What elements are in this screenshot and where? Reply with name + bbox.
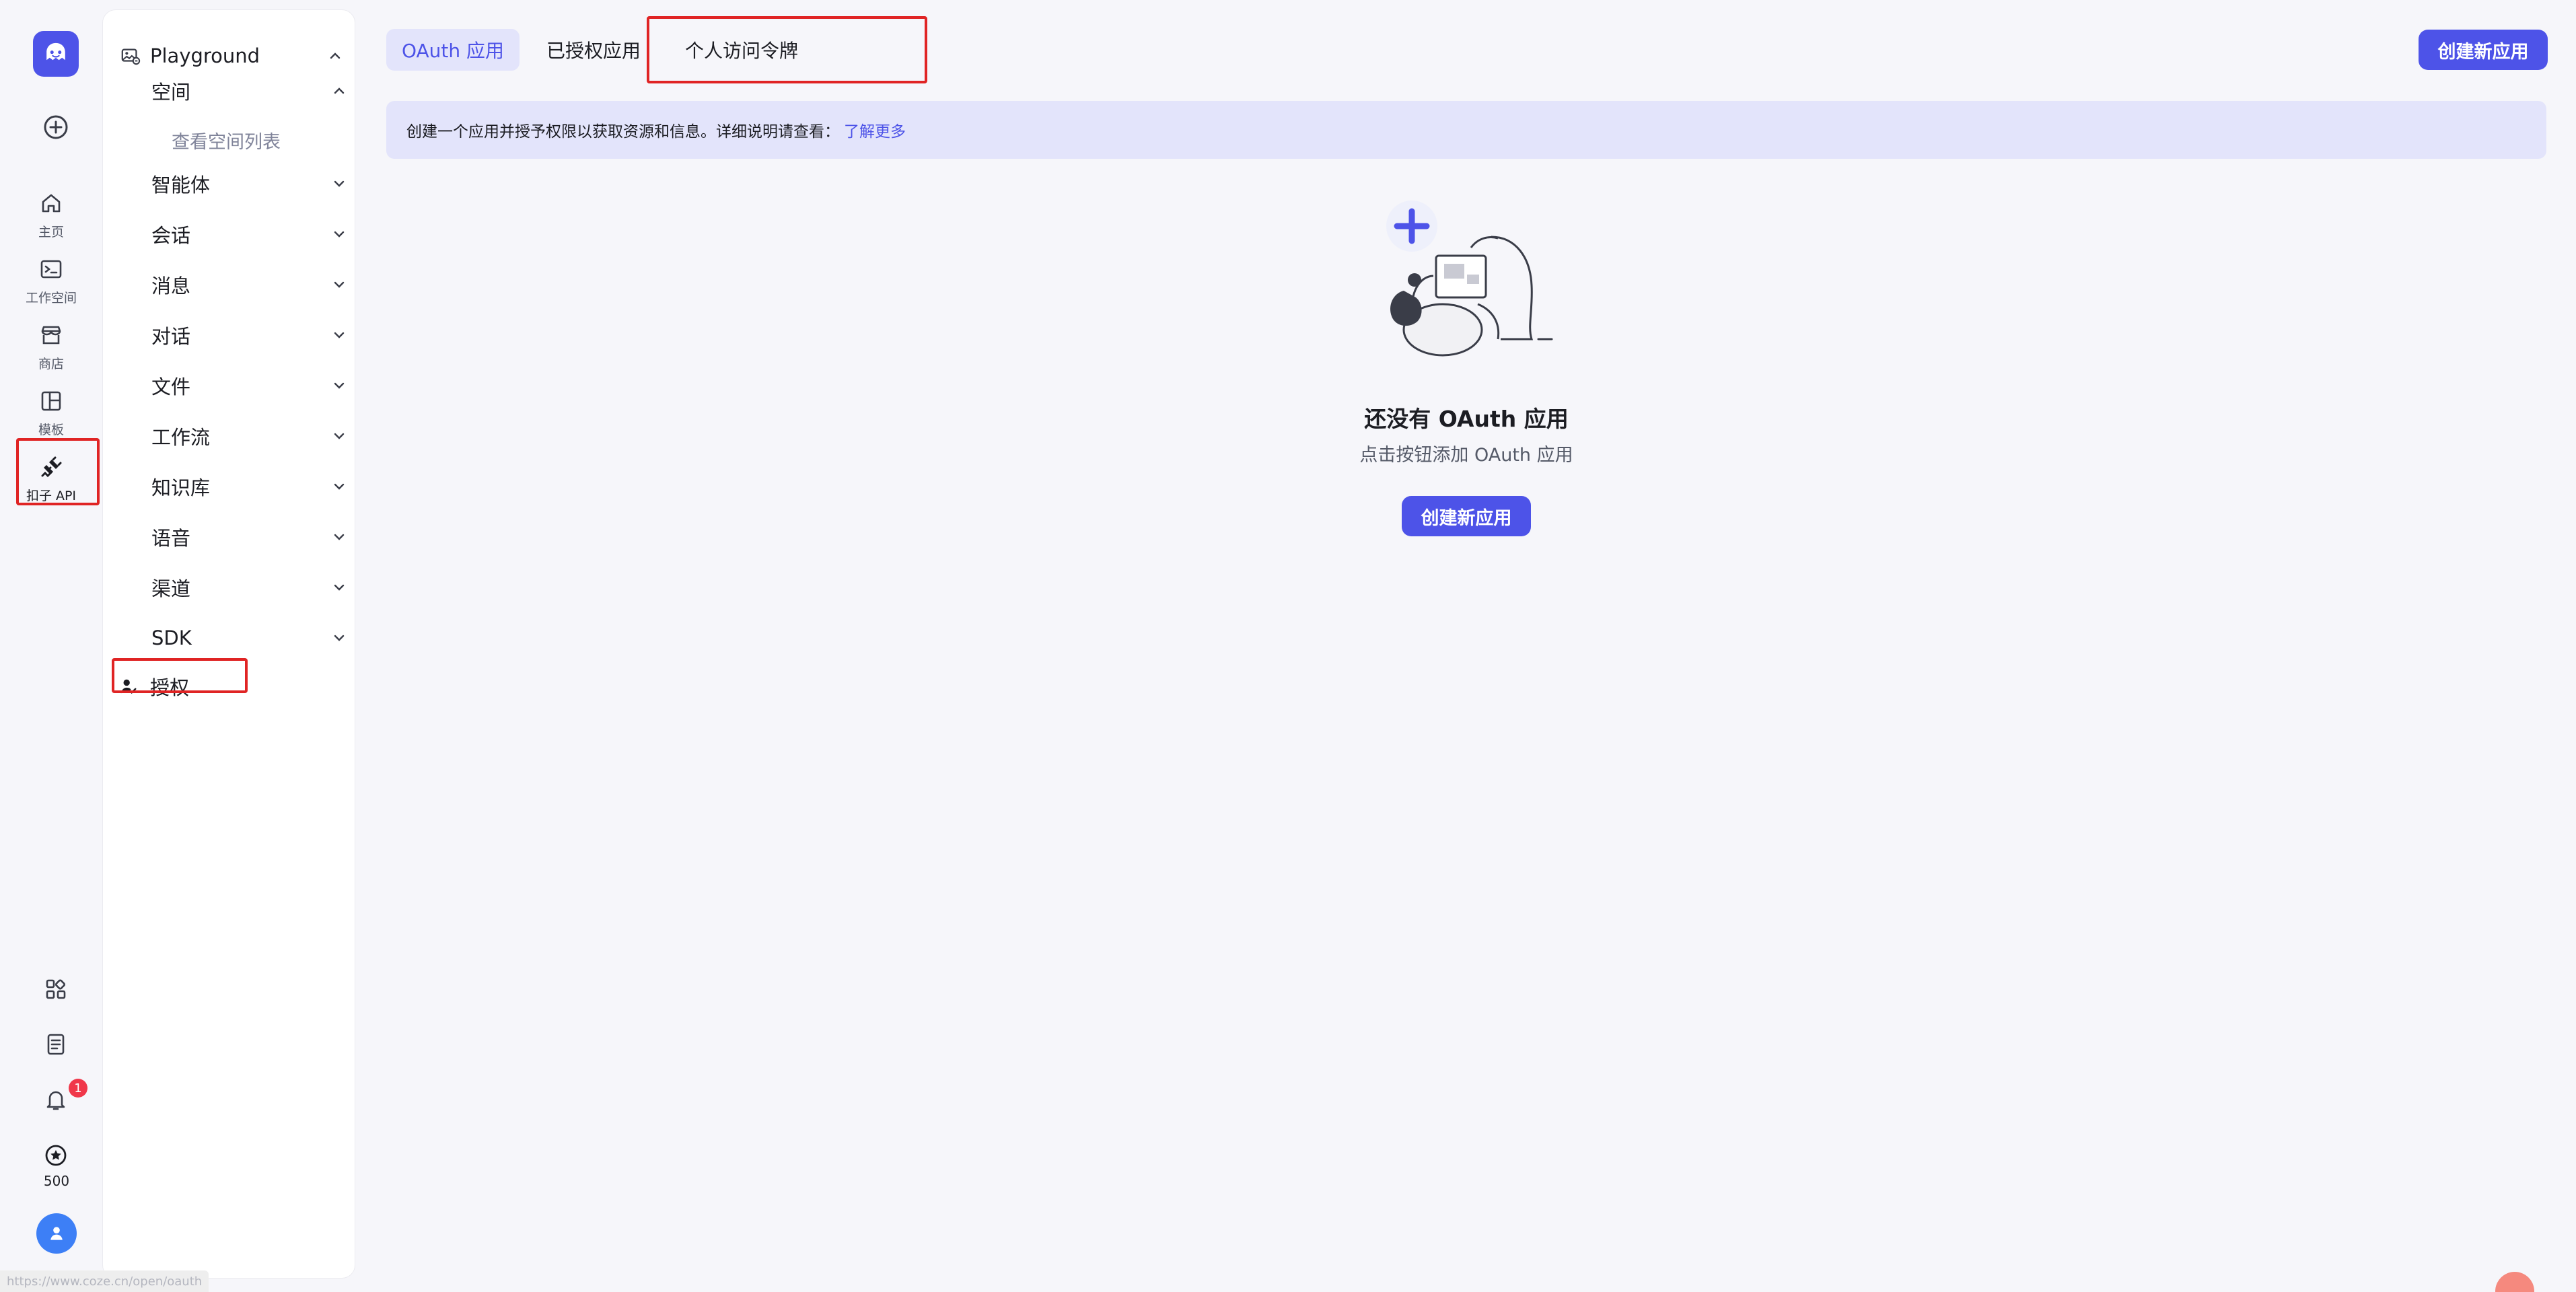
template-icon (41, 391, 61, 411)
rail-item-template[interactable]: 模板 (9, 384, 93, 440)
nav-group-title: Playground (150, 44, 260, 67)
nav-item-sdk[interactable]: SDK (151, 619, 347, 657)
chevron-down-icon (334, 281, 345, 288)
nav-item-workflow[interactable]: 工作流 (151, 417, 347, 455)
apps-grid-icon (46, 979, 66, 999)
annotation-box-personal-access-token (647, 16, 927, 83)
empty-state-create-button[interactable]: 创建新应用 (1402, 496, 1531, 536)
nav-item-label: 会话 (151, 224, 191, 247)
status-bar-url: https://www.coze.cn/open/oauth (0, 1270, 209, 1292)
nav-item-label: 工作流 (151, 426, 211, 449)
left-rail: 主页 工作空间 商店 模板 扣子 API 1 500 (0, 0, 102, 1292)
nav-sub-item-space-list[interactable]: 查看空间列表 (172, 127, 281, 153)
chevron-down-icon (334, 382, 345, 389)
notifications-button[interactable] (42, 1086, 69, 1113)
logo-icon (46, 42, 65, 61)
rail-item-label: 模板 (38, 423, 64, 437)
apps-grid-button[interactable] (42, 976, 69, 1003)
nav-item-label: 智能体 (151, 174, 211, 196)
nav-item-chat[interactable]: 对话 (151, 316, 347, 354)
nav-item-label: 文件 (151, 375, 191, 398)
nav-group-playground[interactable]: Playground (120, 34, 343, 77)
chevron-up-icon (334, 87, 345, 94)
user-icon (50, 1227, 63, 1240)
info-banner-text: 创建一个应用并授予权限以获取资源和信息。详细说明请查看： (406, 123, 840, 141)
coze-logo[interactable] (33, 31, 79, 77)
nav-item-label: 语音 (151, 527, 191, 550)
learn-more-link[interactable]: 了解更多 (844, 118, 906, 141)
nav-item-file[interactable]: 文件 (151, 367, 347, 404)
rail-item-home[interactable]: 主页 (9, 186, 93, 242)
empty-state-illustration (1370, 196, 1565, 373)
tab-label: OAuth 应用 (401, 40, 505, 62)
document-icon (47, 1034, 65, 1055)
rail-item-label: 主页 (38, 225, 64, 240)
annotation-box-coze-api (16, 438, 100, 505)
tab-authorized-apps[interactable]: 已授权应用 (538, 29, 649, 71)
nav-panel: Playground 空间 查看空间列表 智能体 会话 消息 对话 文件 工作流… (102, 9, 355, 1279)
empty-state-title: 还没有 OAuth 应用 (1364, 406, 1569, 432)
nav-item-conversation[interactable]: 会话 (151, 215, 347, 253)
nav-item-label: 知识库 (151, 476, 211, 499)
empty-illustration-icon (1386, 201, 1553, 357)
nav-item-space[interactable]: 空间 (151, 72, 347, 110)
chevron-up-icon (330, 52, 341, 59)
nav-item-label: 空间 (151, 81, 191, 104)
rail-item-label: 商店 (38, 357, 64, 371)
chevron-down-icon (334, 180, 345, 187)
create-app-button[interactable]: 创建新应用 (2419, 30, 2548, 70)
nav-item-label: SDK (151, 626, 192, 649)
nav-item-label: 对话 (151, 325, 191, 348)
chevron-down-icon (334, 231, 345, 238)
chevron-down-icon (334, 635, 345, 641)
rail-item-workspace[interactable]: 工作空间 (9, 252, 93, 308)
chevron-down-icon (334, 534, 345, 540)
credits-button[interactable] (42, 1142, 69, 1169)
tab-oauth-apps[interactable]: OAuth 应用 (386, 29, 520, 71)
tab-label: 已授权应用 (546, 40, 641, 62)
chevron-down-icon (334, 584, 345, 591)
assistant-bubble[interactable] (2495, 1272, 2534, 1292)
credits-count: 500 (43, 1173, 70, 1189)
chevron-down-icon (334, 433, 345, 439)
nav-item-label: 渠道 (151, 577, 191, 600)
chevron-down-icon (334, 332, 345, 338)
playground-icon (121, 48, 141, 65)
create-plus-button[interactable] (40, 112, 71, 143)
nav-item-message[interactable]: 消息 (151, 266, 347, 303)
terminal-icon (40, 260, 62, 279)
info-banner: 创建一个应用并授予权限以获取资源和信息。详细说明请查看： 了解更多 (386, 101, 2546, 159)
rail-item-label: 工作空间 (25, 291, 77, 306)
nav-item-knowledge[interactable]: 知识库 (151, 468, 347, 505)
annotation-box-authorization (112, 658, 248, 693)
user-avatar[interactable] (36, 1213, 77, 1254)
nav-item-label: 消息 (151, 275, 191, 297)
chevron-down-icon (334, 483, 345, 490)
plus-circle-icon (44, 115, 68, 139)
docs-button[interactable] (42, 1031, 69, 1058)
rail-item-store[interactable]: 商店 (9, 318, 93, 374)
nav-item-channel[interactable]: 渠道 (151, 569, 347, 606)
nav-item-agent[interactable]: 智能体 (151, 165, 347, 203)
bell-icon (46, 1091, 65, 1110)
home-icon (42, 194, 61, 213)
empty-state-description: 点击按钮添加 OAuth 应用 (1359, 445, 1573, 466)
notification-badge: 1 (69, 1079, 87, 1098)
store-icon (41, 326, 61, 345)
nav-item-voice[interactable]: 语音 (151, 518, 347, 556)
credits-star-icon (45, 1145, 67, 1166)
